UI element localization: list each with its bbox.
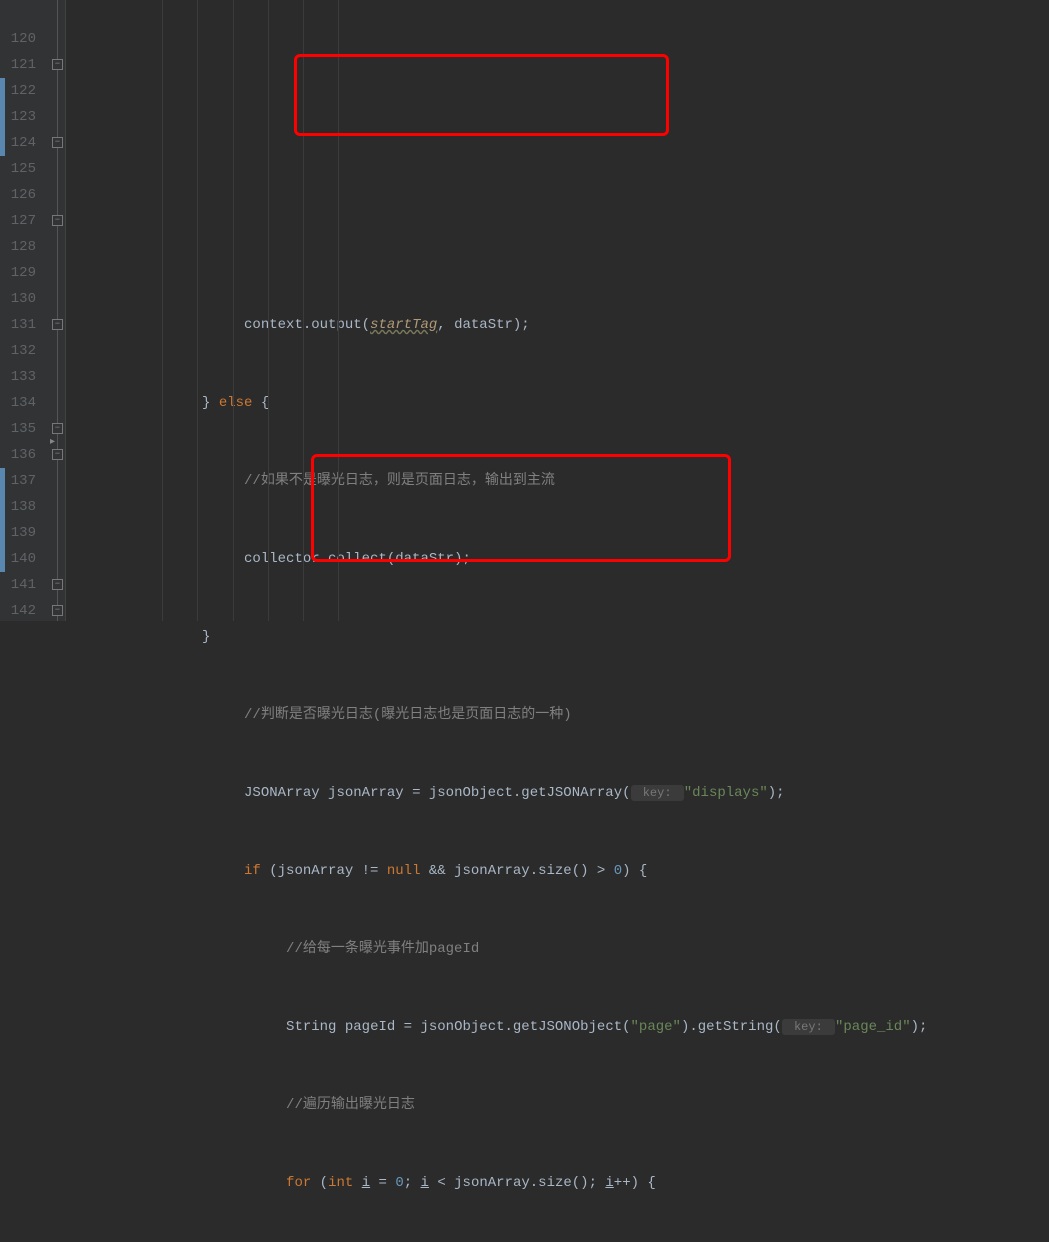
- line-number: 129: [0, 260, 36, 286]
- line-number: 130: [0, 286, 36, 312]
- fold-toggle-icon[interactable]: −: [52, 59, 63, 70]
- line-number: [0, 0, 36, 26]
- fold-toggle-icon[interactable]: −: [52, 579, 63, 590]
- line-number: 125: [0, 156, 36, 182]
- code-line[interactable]: collector.collect(dataStr);: [76, 546, 1049, 572]
- line-number: 126: [0, 182, 36, 208]
- code-line[interactable]: [76, 234, 1049, 260]
- line-number: 140: [0, 546, 36, 572]
- fold-toggle-icon[interactable]: −: [52, 605, 63, 616]
- line-number: 141: [0, 572, 36, 598]
- code-editor[interactable]: 120 121 122 123 124 125 126 127 128 129 …: [0, 0, 1049, 621]
- code-line[interactable]: }: [76, 624, 1049, 650]
- code-line[interactable]: for (int i = 0; i < jsonArray.size(); i+…: [76, 1170, 1049, 1196]
- fold-toggle-icon[interactable]: −: [52, 449, 63, 460]
- line-number: 128: [0, 234, 36, 260]
- line-number: 138: [0, 494, 36, 520]
- code-line[interactable]: } else {: [76, 390, 1049, 416]
- code-line[interactable]: //判断是否曝光日志(曝光日志也是页面日志的一种): [76, 702, 1049, 728]
- line-number: 121: [0, 52, 36, 78]
- line-number: 136: [0, 442, 36, 468]
- code-line[interactable]: //遍历输出曝光日志: [76, 1092, 1049, 1118]
- fold-toggle-icon[interactable]: −: [52, 215, 63, 226]
- code-line[interactable]: context.output(startTag, dataStr);: [76, 312, 1049, 338]
- line-number-gutter[interactable]: 120 121 122 123 124 125 126 127 128 129 …: [0, 0, 50, 621]
- line-number: 133: [0, 364, 36, 390]
- code-line[interactable]: if (jsonArray != null && jsonArray.size(…: [76, 858, 1049, 884]
- parameter-hint: key:: [631, 785, 684, 801]
- line-number: 132: [0, 338, 36, 364]
- code-area[interactable]: context.output(startTag, dataStr); } els…: [66, 0, 1049, 621]
- fold-toggle-icon[interactable]: −: [52, 137, 63, 148]
- line-number: 123: [0, 104, 36, 130]
- line-number: 131: [0, 312, 36, 338]
- line-number: 139: [0, 520, 36, 546]
- start-tag-reference[interactable]: startTag: [370, 317, 437, 333]
- code-line[interactable]: //给每一条曝光事件加pageId: [76, 936, 1049, 962]
- line-number: 120: [0, 26, 36, 52]
- line-number: 127: [0, 208, 36, 234]
- line-number: 137: [0, 468, 36, 494]
- highlight-box-1: [294, 54, 669, 136]
- code-line[interactable]: //如果不是曝光日志，则是页面日志，输出到主流: [76, 468, 1049, 494]
- code-line[interactable]: JSONArray jsonArray = jsonObject.getJSON…: [76, 780, 1049, 806]
- parameter-hint: key:: [782, 1019, 835, 1035]
- code-line[interactable]: String pageId = jsonObject.getJSONObject…: [76, 1014, 1049, 1040]
- line-number: 142: [0, 598, 36, 624]
- line-number: 135: [0, 416, 36, 442]
- fold-column[interactable]: − − − − − ▸ − − −: [50, 0, 66, 621]
- line-number: 134: [0, 390, 36, 416]
- line-number: 124: [0, 130, 36, 156]
- line-number: 122: [0, 78, 36, 104]
- fold-toggle-icon[interactable]: −: [52, 319, 63, 330]
